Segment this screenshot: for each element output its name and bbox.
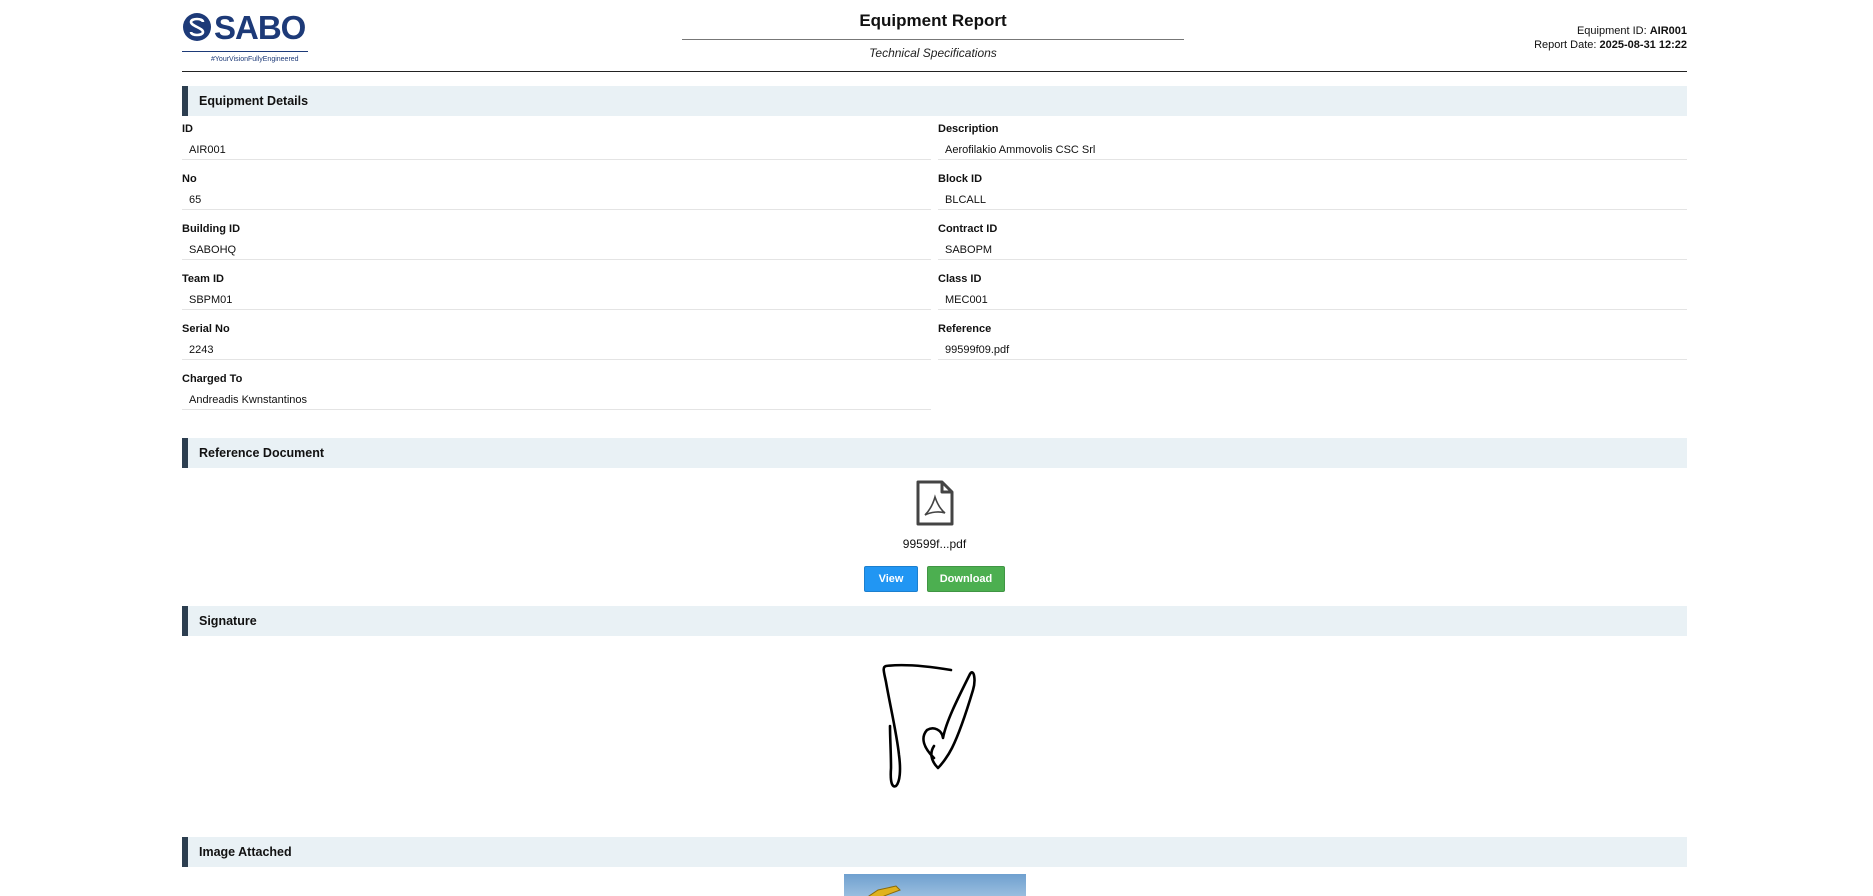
field-label: Team ID bbox=[182, 273, 224, 285]
field-label: Reference bbox=[938, 323, 992, 335]
field-label: Block ID bbox=[938, 173, 983, 185]
section-signature: Signature bbox=[182, 606, 1687, 636]
section-reference-document: Reference Document bbox=[182, 438, 1687, 468]
field-value: 2243 bbox=[182, 340, 931, 360]
logo-text: SABO bbox=[214, 9, 306, 46]
excavator-image-graphic bbox=[867, 885, 901, 896]
field-label: No bbox=[182, 173, 197, 185]
title-divider bbox=[682, 39, 1184, 40]
field-building-id: Building ID SABOHQ bbox=[182, 223, 931, 273]
field-label: Building ID bbox=[182, 223, 241, 235]
field-value: AIR001 bbox=[182, 140, 931, 160]
field-value: 65 bbox=[182, 190, 931, 210]
field-label: Class ID bbox=[938, 273, 982, 285]
field-serial-no: Serial No 2243 bbox=[182, 323, 931, 373]
field-reference: Reference 99599f09.pdf bbox=[938, 323, 1687, 373]
sabo-logo-mark-icon bbox=[183, 13, 211, 41]
field-description: Description Aerofilakio Ammovolis CSC Sr… bbox=[938, 123, 1687, 173]
report-date-line: Report Date: 2025-08-31 12:22 bbox=[1534, 38, 1687, 52]
field-value: Andreadis Kwnstantinos bbox=[182, 390, 931, 410]
document-actions: View Download bbox=[182, 566, 1687, 592]
field-class-id: Class ID MEC001 bbox=[938, 273, 1687, 323]
field-label: ID bbox=[182, 123, 193, 135]
field-label: Contract ID bbox=[938, 223, 998, 235]
field-value: BLCALL bbox=[938, 190, 1687, 210]
field-value: SABOPM bbox=[938, 240, 1687, 260]
reference-document: 99599f...pdf View Download bbox=[182, 468, 1687, 606]
equipment-details-grid: ID AIR001 Description Aerofilakio Ammovo… bbox=[182, 123, 1687, 423]
field-block-id: Block ID BLCALL bbox=[938, 173, 1687, 223]
document-file-name: 99599f...pdf bbox=[902, 537, 967, 551]
section-image-attached: Image Attached bbox=[182, 837, 1687, 867]
field-value: MEC001 bbox=[938, 290, 1687, 310]
view-button[interactable]: View bbox=[864, 566, 918, 592]
report-header: SABO #YourVisionFullyEngineered Equipmen… bbox=[182, 0, 1687, 72]
report-date-value: 2025-08-31 12:22 bbox=[1599, 39, 1687, 51]
equipment-id-line: Equipment ID: AIR001 bbox=[1534, 24, 1687, 38]
field-value: Aerofilakio Ammovolis CSC Srl bbox=[938, 140, 1687, 160]
logo-divider bbox=[182, 51, 308, 52]
field-label: Charged To bbox=[182, 373, 243, 385]
report-date-label: Report Date: bbox=[1534, 39, 1597, 51]
field-id: ID AIR001 bbox=[182, 123, 931, 173]
field-contract-id: Contract ID SABOPM bbox=[938, 223, 1687, 273]
field-value: SBPM01 bbox=[182, 290, 931, 310]
report-page: SABO #YourVisionFullyEngineered Equipmen… bbox=[182, 0, 1687, 896]
field-value: 99599f09.pdf bbox=[938, 340, 1687, 360]
field-charged-to: Charged To Andreadis Kwnstantinos bbox=[182, 373, 931, 423]
field-no: No 65 bbox=[182, 173, 931, 223]
report-meta: Equipment ID: AIR001 Report Date: 2025-0… bbox=[1534, 24, 1687, 52]
signature-area bbox=[182, 636, 1687, 837]
sabo-logo: SABO #YourVisionFullyEngineered bbox=[182, 9, 312, 63]
report-subtitle: Technical Specifications bbox=[869, 46, 997, 60]
equipment-id-label: Equipment ID: bbox=[1576, 25, 1647, 37]
attached-image[interactable] bbox=[843, 874, 1026, 896]
field-label: Serial No bbox=[182, 323, 230, 335]
report-title: Equipment Report bbox=[859, 11, 1007, 30]
download-button[interactable]: Download bbox=[927, 566, 1005, 592]
equipment-id-value: AIR001 bbox=[1649, 25, 1687, 37]
handwritten-signature bbox=[882, 663, 976, 788]
field-team-id: Team ID SBPM01 bbox=[182, 273, 931, 323]
logo-tagline: #YourVisionFullyEngineered bbox=[211, 56, 299, 63]
title-block: Equipment Report Technical Specification… bbox=[682, 11, 1184, 60]
pdf-file-icon[interactable] bbox=[915, 480, 955, 531]
section-equipment-details: Equipment Details bbox=[182, 86, 1687, 116]
field-label: Description bbox=[938, 123, 999, 135]
field-value: SABOHQ bbox=[182, 240, 931, 260]
